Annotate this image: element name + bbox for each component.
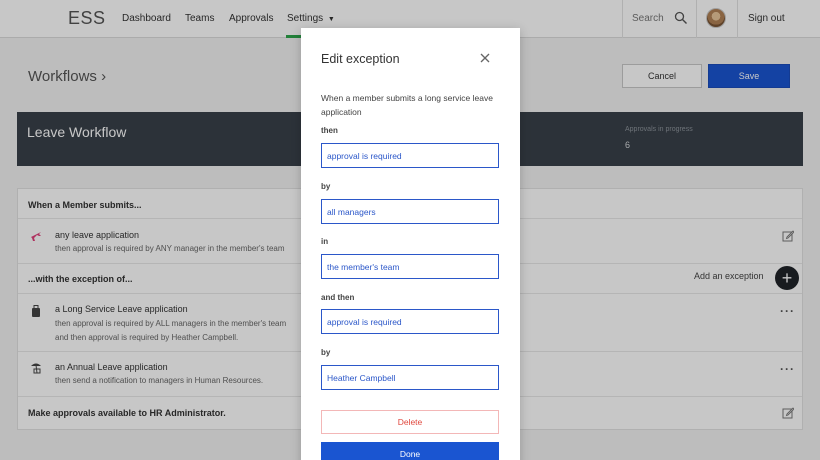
and-then-select[interactable]: approval is required <box>321 309 499 334</box>
in-select[interactable]: the member's team <box>321 254 499 279</box>
by-label: by <box>321 182 331 191</box>
in-label: in <box>321 237 329 246</box>
then-select[interactable]: approval is required <box>321 143 499 168</box>
done-button[interactable]: Done <box>321 442 499 460</box>
edit-exception-dialog: Edit exception When a member submits a l… <box>301 28 520 460</box>
and-then-label: and then <box>321 293 355 302</box>
delete-button[interactable]: Delete <box>321 410 499 434</box>
then-label: then <box>321 126 338 135</box>
by-select[interactable]: all managers <box>321 199 499 224</box>
dialog-title: Edit exception <box>321 52 400 66</box>
close-icon[interactable] <box>479 52 491 64</box>
by-label: by <box>321 348 331 357</box>
approver-select[interactable]: Heather Campbell <box>321 365 499 390</box>
dialog-description: When a member submits a long service lea… <box>321 93 493 117</box>
